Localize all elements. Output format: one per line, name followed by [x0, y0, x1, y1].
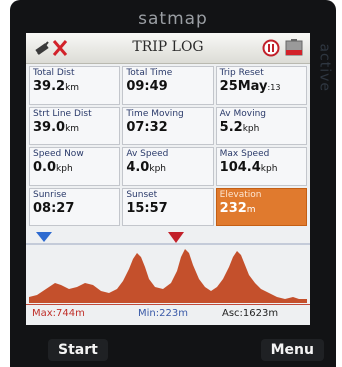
stat-value: 39.2 — [33, 79, 66, 94]
profile-stats: Max:744m Min:223m Asc:1623m — [26, 304, 310, 323]
stat-unit: kph — [149, 164, 166, 174]
stat-sunset[interactable]: Sunset 15:57 — [122, 187, 214, 226]
ascent-label: Asc:1623m — [222, 308, 279, 319]
stat-value: 0.0 — [33, 160, 57, 175]
stat-value: 25May — [219, 79, 268, 94]
stat-value: 5.2 — [219, 119, 243, 135]
stat-total-dist[interactable]: Total Dist 39.2km — [29, 66, 121, 105]
stat-label: Speed Now — [33, 149, 84, 159]
brand-logo: satmap — [138, 9, 208, 29]
stat-speed-now[interactable]: Speed Now 0.0kph — [29, 147, 121, 186]
stat-label: Av Moving — [219, 108, 266, 119]
pause-record-icon[interactable] — [262, 39, 280, 57]
elevation-profile-area — [29, 249, 307, 303]
stat-label: Trip Reset — [219, 68, 264, 78]
stat-label: Elevation — [219, 189, 262, 200]
stat-trip-reset[interactable]: Trip Reset 25May:13 — [215, 66, 307, 105]
stat-elevation[interactable]: Elevation 232m — [215, 187, 307, 226]
stat-value: 15:57 — [126, 200, 168, 216]
menu-softkey[interactable]: Menu — [260, 339, 324, 361]
side-brand-label: active — [317, 43, 333, 92]
title-bar: TRIP LOG — [26, 33, 310, 64]
stat-unit: :13 — [267, 83, 281, 92]
stat-time-moving[interactable]: Time Moving 07:32 — [122, 106, 214, 145]
screen: TRIP LOG Total Dist 39.2km Total Time 09… — [26, 33, 310, 325]
stat-label: Strt Line Dist — [33, 108, 92, 119]
stat-label: Av Speed — [126, 149, 169, 159]
stat-sunrise[interactable]: Sunrise 08:27 — [29, 187, 121, 226]
stat-total-time[interactable]: Total Time 09:49 — [122, 66, 214, 105]
stat-label: Time Moving — [126, 108, 184, 119]
stat-unit: m — [246, 204, 256, 215]
min-elevation-label: Min:223m — [138, 308, 188, 319]
stat-label: Sunset — [126, 189, 158, 200]
stat-value: 4.0 — [126, 160, 150, 175]
stat-label: Sunrise — [33, 189, 67, 200]
stat-unit: kph — [242, 123, 260, 134]
stat-value: 09:49 — [126, 79, 168, 94]
stat-unit: kph — [56, 164, 73, 174]
elevation-profile-chart[interactable] — [29, 247, 307, 303]
start-softkey[interactable]: Start — [48, 339, 108, 361]
max-elevation-label: Max:744m — [32, 308, 85, 319]
stat-value: 232 — [219, 200, 247, 216]
stat-label: Total Dist — [33, 68, 75, 78]
profile-marker-bar — [26, 229, 310, 245]
stat-label: Max Speed — [219, 149, 270, 159]
stat-value: 07:32 — [126, 119, 168, 135]
stat-value: 39.0 — [33, 119, 66, 135]
stat-unit: kph — [260, 164, 278, 174]
stat-unit: km — [65, 83, 80, 93]
position-marker-icon — [168, 232, 184, 243]
battery-icon — [285, 39, 303, 56]
stat-value: 104.4 — [219, 160, 261, 175]
stat-strt-line-dist[interactable]: Strt Line Dist 39.0km — [29, 106, 121, 145]
trip-stats-grid: Total Dist 39.2km Total Time 09:49 Trip … — [29, 66, 307, 226]
stat-max-speed[interactable]: Max Speed 104.4kph — [215, 147, 307, 186]
stat-unit: km — [65, 123, 80, 134]
stat-value: 08:27 — [33, 200, 75, 216]
stat-av-speed[interactable]: Av Speed 4.0kph — [122, 147, 214, 186]
stat-av-moving[interactable]: Av Moving 5.2kph — [215, 106, 307, 145]
start-marker-icon — [36, 232, 52, 242]
stat-label: Total Time — [126, 68, 173, 78]
